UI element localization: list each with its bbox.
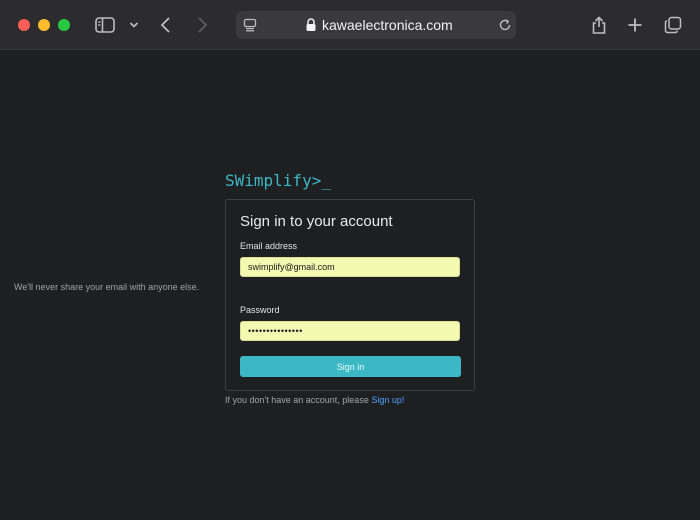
sign-in-card: Sign in to your account Email address Pa… [225,199,475,391]
chevron-down-icon[interactable] [122,13,146,37]
reader-icon[interactable] [238,13,262,37]
lock-icon [299,13,323,37]
password-field[interactable] [240,321,460,341]
zoom-window-button[interactable] [58,19,70,31]
sign-in-title: Sign in to your account [240,213,393,230]
share-icon[interactable] [587,13,611,37]
back-icon[interactable] [154,13,178,37]
reload-icon[interactable] [493,13,517,37]
url-text[interactable]: kawaelectronica.com [322,17,453,33]
sidebar-icon[interactable] [93,13,117,37]
new-tab-icon[interactable] [623,13,647,37]
brand-logo: SWimplify>_ [225,171,331,190]
email-help-text: We'll never share your email with anyone… [14,282,200,292]
signup-prompt: If you don't have an account, please Sig… [225,394,404,406]
sign-in-button[interactable]: Sign in [240,356,461,377]
password-label: Password [240,305,280,315]
browser-toolbar: kawaelectronica.com [0,0,700,50]
minimize-window-button[interactable] [38,19,50,31]
email-field[interactable] [240,257,460,277]
tabs-icon[interactable] [661,13,685,37]
signup-prompt-text: If you don't have an account, please [225,395,372,405]
sign-up-link[interactable]: Sign up! [371,395,404,405]
close-window-button[interactable] [18,19,30,31]
email-label: Email address [240,241,298,251]
forward-icon[interactable] [190,13,214,37]
